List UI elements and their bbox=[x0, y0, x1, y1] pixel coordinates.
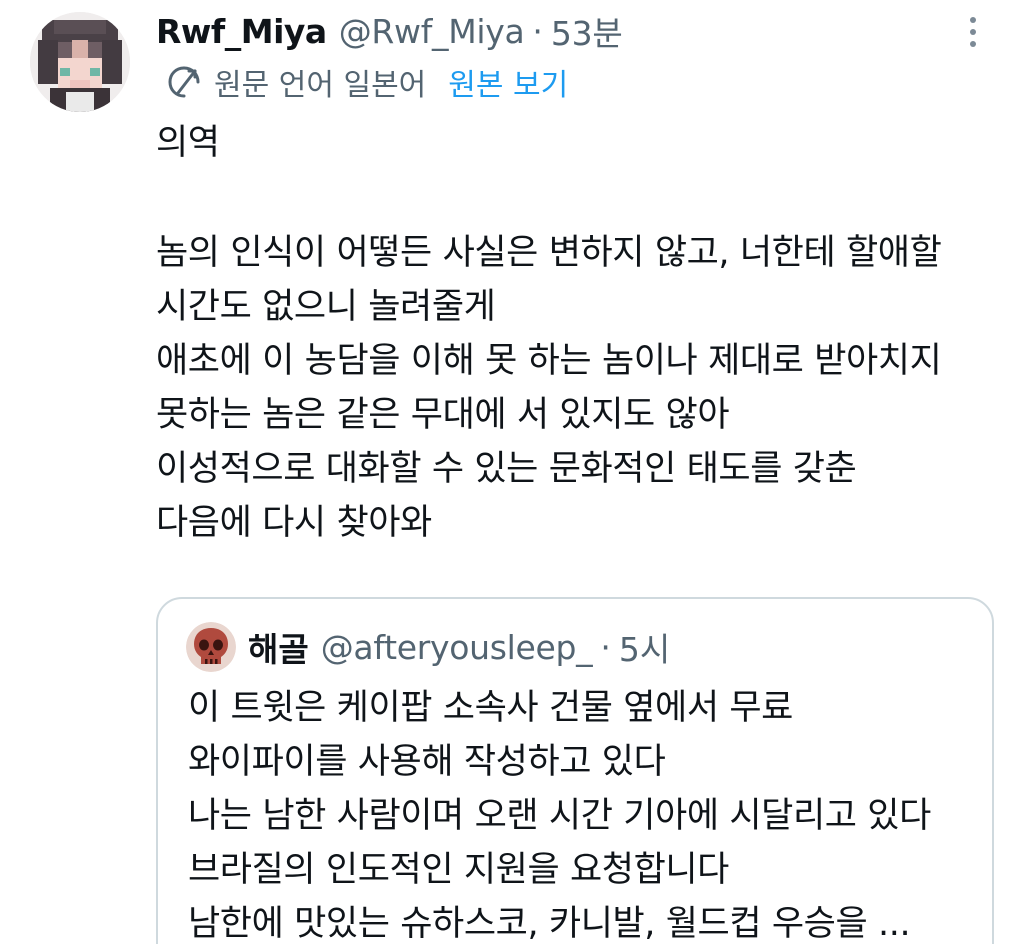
more-options-icon[interactable] bbox=[955, 12, 991, 52]
author-handle[interactable]: @Rwf_Miya bbox=[339, 12, 525, 51]
separator-dot: · bbox=[600, 627, 611, 667]
quoted-text-line: 이 트윗은 케이팝 소속사 건물 옆에서 무료 bbox=[188, 688, 793, 728]
tweet-heading-line: 의역 bbox=[156, 123, 220, 163]
skull-icon[interactable] bbox=[186, 622, 236, 672]
tweet-body: 의역 놈의 인식이 어떻든 사실은 변하지 않고, 너한테 할애할 시간도 없으… bbox=[156, 116, 1006, 550]
avatar[interactable] bbox=[30, 12, 130, 112]
view-original-link[interactable]: 원본 보기 bbox=[448, 60, 568, 104]
author-display-name[interactable]: Rwf_Miya bbox=[156, 12, 327, 51]
translate-icon bbox=[168, 66, 200, 98]
tweet-text-line: 놈의 인식이 어떻든 사실은 변하지 않고, 너한테 할애할 bbox=[156, 233, 942, 273]
quoted-author-display-name[interactable]: 해골 bbox=[248, 623, 309, 671]
quoted-tweet-timestamp[interactable]: 5시 bbox=[619, 623, 670, 671]
quoted-text-line: 브라질의 인도적인 지원을 요청합니다 bbox=[188, 850, 729, 890]
tweet-text-line: 시간도 없으니 놀려줄게 bbox=[156, 287, 496, 327]
quoted-tweet[interactable]: 해골 @afteryousleep_ · 5시 이 트윗은 케이팝 소속사 건물… bbox=[156, 597, 994, 944]
tweet-header: Rwf_Miya @Rwf_Miya · 53분 bbox=[156, 7, 623, 55]
tweet-text-line: 못하는 놈은 같은 무대에 서 있지도 않아 bbox=[156, 395, 730, 435]
quoted-tweet-header: 해골 @afteryousleep_ · 5시 bbox=[186, 619, 670, 675]
separator-dot: · bbox=[532, 11, 543, 51]
tweet-text-line: 이성적으로 대화할 수 있는 문화적인 태도를 갖춘 bbox=[156, 449, 857, 489]
quoted-author-handle[interactable]: @afteryousleep_ bbox=[321, 628, 593, 667]
tweet-text-line: 다음에 다시 찾아와 bbox=[156, 503, 432, 543]
tweet-text-line: 애초에 이 농담을 이해 못 하는 놈이나 제대로 받아치지 bbox=[156, 341, 942, 381]
tweet[interactable]: Rwf_Miya @Rwf_Miya · 53분 원문 언어 일본어 원본 보기… bbox=[0, 0, 1024, 944]
quoted-text-line: 와이파이를 사용해 작성하고 있다 bbox=[188, 742, 666, 782]
quoted-text-line: 남한에 맛있는 슈하스코, 카니발, 월드컵 우승을 ... bbox=[188, 904, 911, 944]
source-language-label: 원문 언어 일본어 bbox=[214, 68, 427, 103]
tweet-timestamp[interactable]: 53분 bbox=[551, 7, 623, 55]
quoted-tweet-body: 이 트윗은 케이팝 소속사 건물 옆에서 무료 와이파이를 사용해 작성하고 있… bbox=[188, 681, 988, 944]
quoted-text-line: 나는 남한 사람이며 오랜 시간 기아에 시달리고 있다 bbox=[188, 796, 931, 836]
translation-info: 원문 언어 일본어 원본 보기 bbox=[164, 60, 568, 104]
avatar-image bbox=[30, 12, 130, 112]
